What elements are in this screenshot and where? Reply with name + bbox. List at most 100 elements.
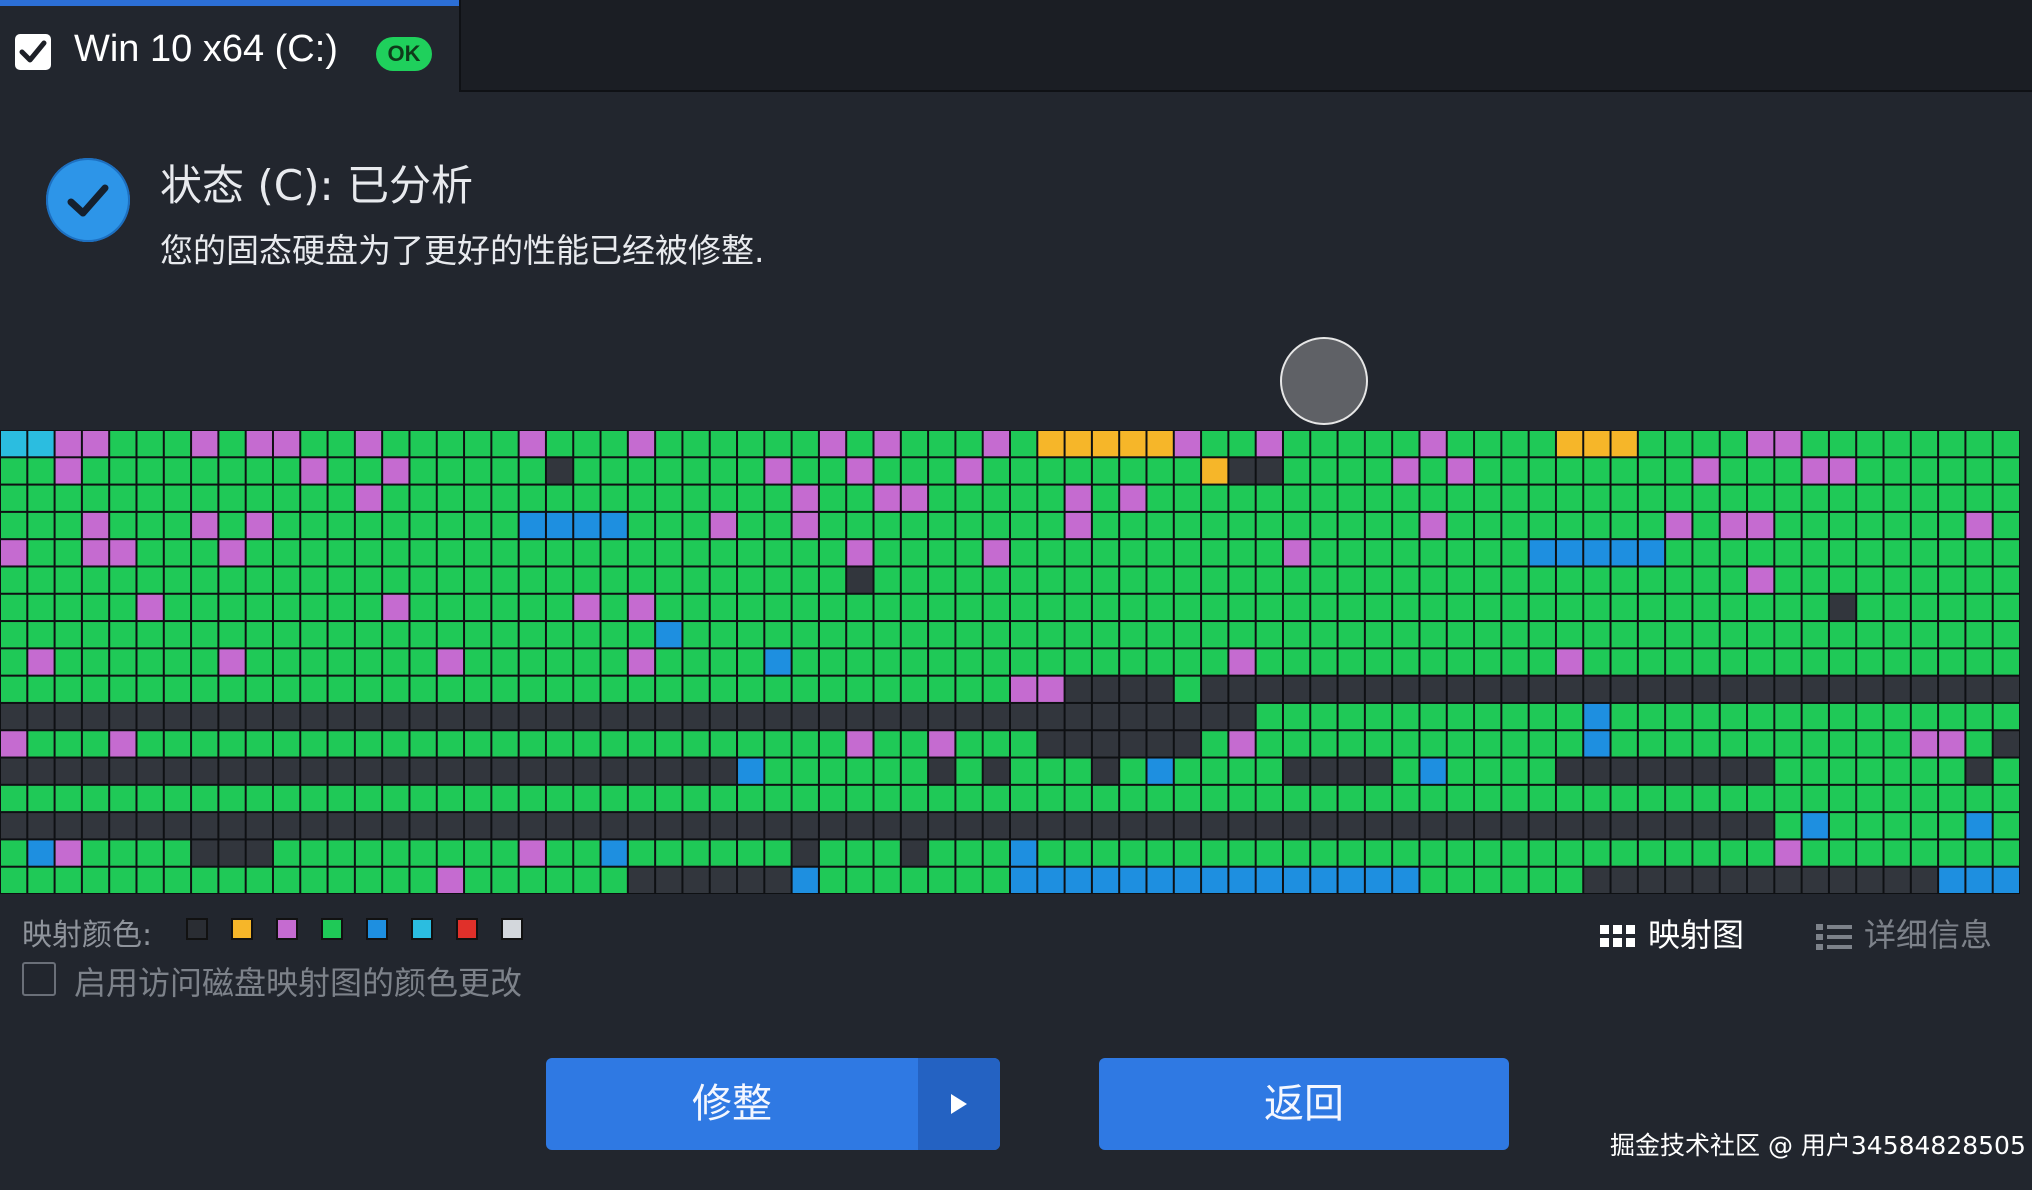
disk-block	[1338, 785, 1364, 812]
disk-block	[1011, 567, 1037, 593]
disk-block	[1584, 649, 1610, 675]
trim-button[interactable]: 修整	[546, 1058, 918, 1150]
disk-block	[1966, 431, 1992, 457]
disk-block	[847, 813, 873, 839]
disk-block	[1447, 867, 1474, 893]
disk-block	[792, 458, 818, 484]
disk-block	[110, 676, 136, 702]
disk-block	[874, 567, 900, 593]
disk-block	[519, 703, 545, 730]
disk-block	[383, 840, 409, 866]
disk-block	[1584, 485, 1610, 511]
disk-block	[1420, 622, 1446, 648]
disk-block	[1393, 840, 1419, 866]
disk-block	[192, 594, 218, 621]
disk-block	[137, 485, 163, 511]
disk-block	[246, 758, 272, 784]
enable-colors-checkbox[interactable]	[22, 962, 56, 996]
disk-block	[465, 567, 491, 593]
disk-block	[246, 703, 272, 730]
disk-block	[1857, 622, 1883, 648]
disk-block	[355, 431, 382, 457]
disk-block	[628, 758, 655, 784]
disk-block	[628, 431, 655, 457]
disk-block	[738, 785, 764, 812]
disk-block	[437, 703, 464, 730]
disk-block	[738, 431, 764, 457]
disk-block	[1993, 785, 2019, 812]
disk-block	[765, 785, 791, 812]
disk-block	[1065, 458, 1091, 484]
disk-block	[1638, 676, 1665, 702]
disk-block	[1447, 485, 1474, 511]
disk-block	[1966, 758, 1992, 784]
disk-block	[1092, 567, 1119, 593]
disk-block	[1365, 594, 1392, 621]
disk-block	[1229, 540, 1255, 566]
disk-block	[273, 758, 300, 784]
disk-block	[901, 540, 928, 566]
disk-block	[546, 731, 573, 757]
disk-block	[1802, 594, 1828, 621]
disk-block	[492, 676, 518, 702]
disk-block	[1147, 567, 1173, 593]
disk-block	[110, 458, 136, 484]
disk-block	[847, 840, 873, 866]
disk-block	[1011, 813, 1037, 839]
disk-block	[1174, 840, 1201, 866]
drive-tab[interactable]: Win 10 x64 (C:) OK	[0, 0, 459, 92]
disk-block	[1393, 758, 1419, 784]
disk-block	[765, 758, 791, 784]
disk-block	[819, 540, 846, 566]
disk-block	[273, 813, 300, 839]
disk-block	[1993, 622, 2019, 648]
disk-block	[683, 813, 709, 839]
disk-block	[1638, 567, 1665, 593]
disk-block	[1693, 622, 1719, 648]
disk-block	[1447, 540, 1474, 566]
disk-block	[1, 731, 27, 757]
legend-swatch	[231, 918, 253, 940]
disk-block	[983, 840, 1009, 866]
disk-block	[1311, 649, 1337, 675]
disk-block	[683, 731, 709, 757]
disk-block	[1529, 485, 1555, 511]
disk-block	[1857, 649, 1883, 675]
disk-block	[1174, 867, 1201, 893]
disk-block	[1311, 594, 1337, 621]
disk-block	[1311, 731, 1337, 757]
drive-checkbox[interactable]	[15, 34, 51, 70]
disk-block	[1638, 458, 1665, 484]
disk-block	[1092, 785, 1119, 812]
disk-block	[546, 813, 573, 839]
disk-block	[819, 458, 846, 484]
details-view-button[interactable]: 详细信息	[1816, 910, 1992, 956]
disk-block	[1038, 840, 1064, 866]
disk-block	[1720, 840, 1747, 866]
disk-block	[1256, 431, 1282, 457]
disk-block	[1857, 594, 1883, 621]
disk-block	[1147, 758, 1173, 784]
disk-block	[1447, 649, 1474, 675]
disk-block	[710, 785, 737, 812]
disk-block	[983, 813, 1009, 839]
disk-block	[1, 431, 27, 457]
disk-block	[1666, 758, 1692, 784]
disk-block	[683, 676, 709, 702]
disk-block	[1611, 567, 1637, 593]
disk-block	[1174, 431, 1201, 457]
disk-block	[628, 840, 655, 866]
disk-block	[1911, 703, 1938, 730]
disk-block	[1502, 867, 1528, 893]
map-view-button[interactable]: 映射图	[1600, 910, 1744, 956]
trim-dropdown-button[interactable]	[918, 1058, 1000, 1150]
disk-block	[792, 703, 818, 730]
disk-block	[1420, 540, 1446, 566]
disk-block	[1529, 785, 1555, 812]
disk-block	[1611, 458, 1637, 484]
back-button[interactable]: 返回	[1099, 1058, 1509, 1150]
disk-block	[628, 540, 655, 566]
disk-block	[1502, 649, 1528, 675]
disk-block	[383, 785, 409, 812]
disk-block	[656, 431, 682, 457]
